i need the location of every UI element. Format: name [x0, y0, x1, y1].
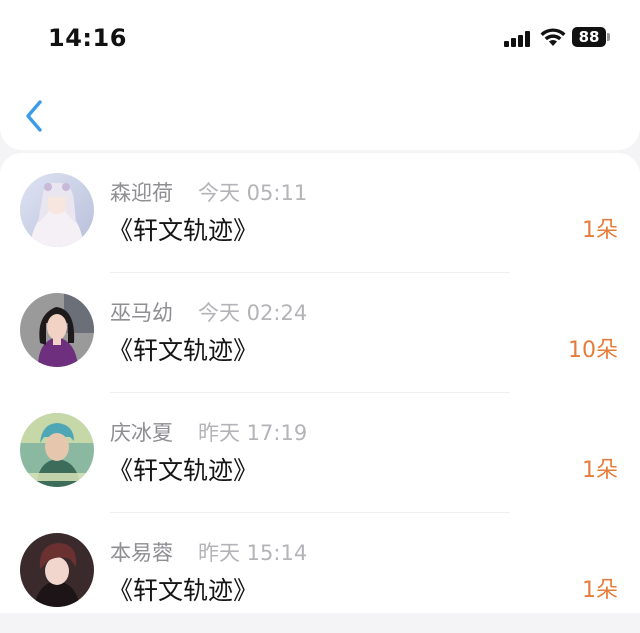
avatar[interactable] [20, 533, 94, 607]
list-item[interactable]: 本易蓉 昨天 15:14 《轩文轨迹》 1朵 [0, 513, 640, 633]
back-button[interactable] [20, 96, 52, 136]
avatar[interactable] [20, 293, 94, 367]
list-item[interactable]: 森迎荷 今天 05:11 《轩文轨迹》 1朵 [0, 153, 640, 273]
flower-count: 1朵 [582, 578, 618, 603]
wifi-icon [540, 28, 566, 46]
gift-time: 昨天 15:14 [198, 541, 308, 565]
sender-name: 巫马幼 [110, 301, 173, 325]
flower-count: 10朵 [568, 338, 618, 363]
list-item[interactable]: 巫马幼 今天 02:24 《轩文轨迹》 10朵 [0, 273, 640, 393]
flower-count: 1朵 [582, 218, 618, 243]
sender-name: 庆冰夏 [110, 421, 173, 445]
avatar[interactable] [20, 173, 94, 247]
sender-name: 本易蓉 [110, 541, 173, 565]
cellular-signal-icon [504, 31, 532, 47]
gift-time: 今天 05:11 [198, 181, 308, 205]
gift-list: 森迎荷 今天 05:11 《轩文轨迹》 1朵 巫马幼 今天 02:24 《轩文轨… [0, 153, 640, 613]
book-title: 《轩文轨迹》 [108, 576, 259, 605]
flower-count: 1朵 [582, 458, 618, 483]
chevron-left-icon [26, 100, 42, 132]
sender-name: 森迎荷 [110, 181, 173, 205]
battery-tip [607, 33, 610, 41]
book-title: 《轩文轨迹》 [108, 216, 259, 245]
header: 14:16 88 [0, 0, 640, 150]
book-title: 《轩文轨迹》 [108, 336, 259, 365]
status-time: 14:16 [48, 24, 127, 52]
battery-icon: 88 [572, 27, 606, 47]
avatar[interactable] [20, 413, 94, 487]
gift-time: 昨天 17:19 [198, 421, 308, 445]
gift-time: 今天 02:24 [198, 301, 308, 325]
list-item[interactable]: 庆冰夏 昨天 17:19 《轩文轨迹》 1朵 [0, 393, 640, 513]
book-title: 《轩文轨迹》 [108, 456, 259, 485]
